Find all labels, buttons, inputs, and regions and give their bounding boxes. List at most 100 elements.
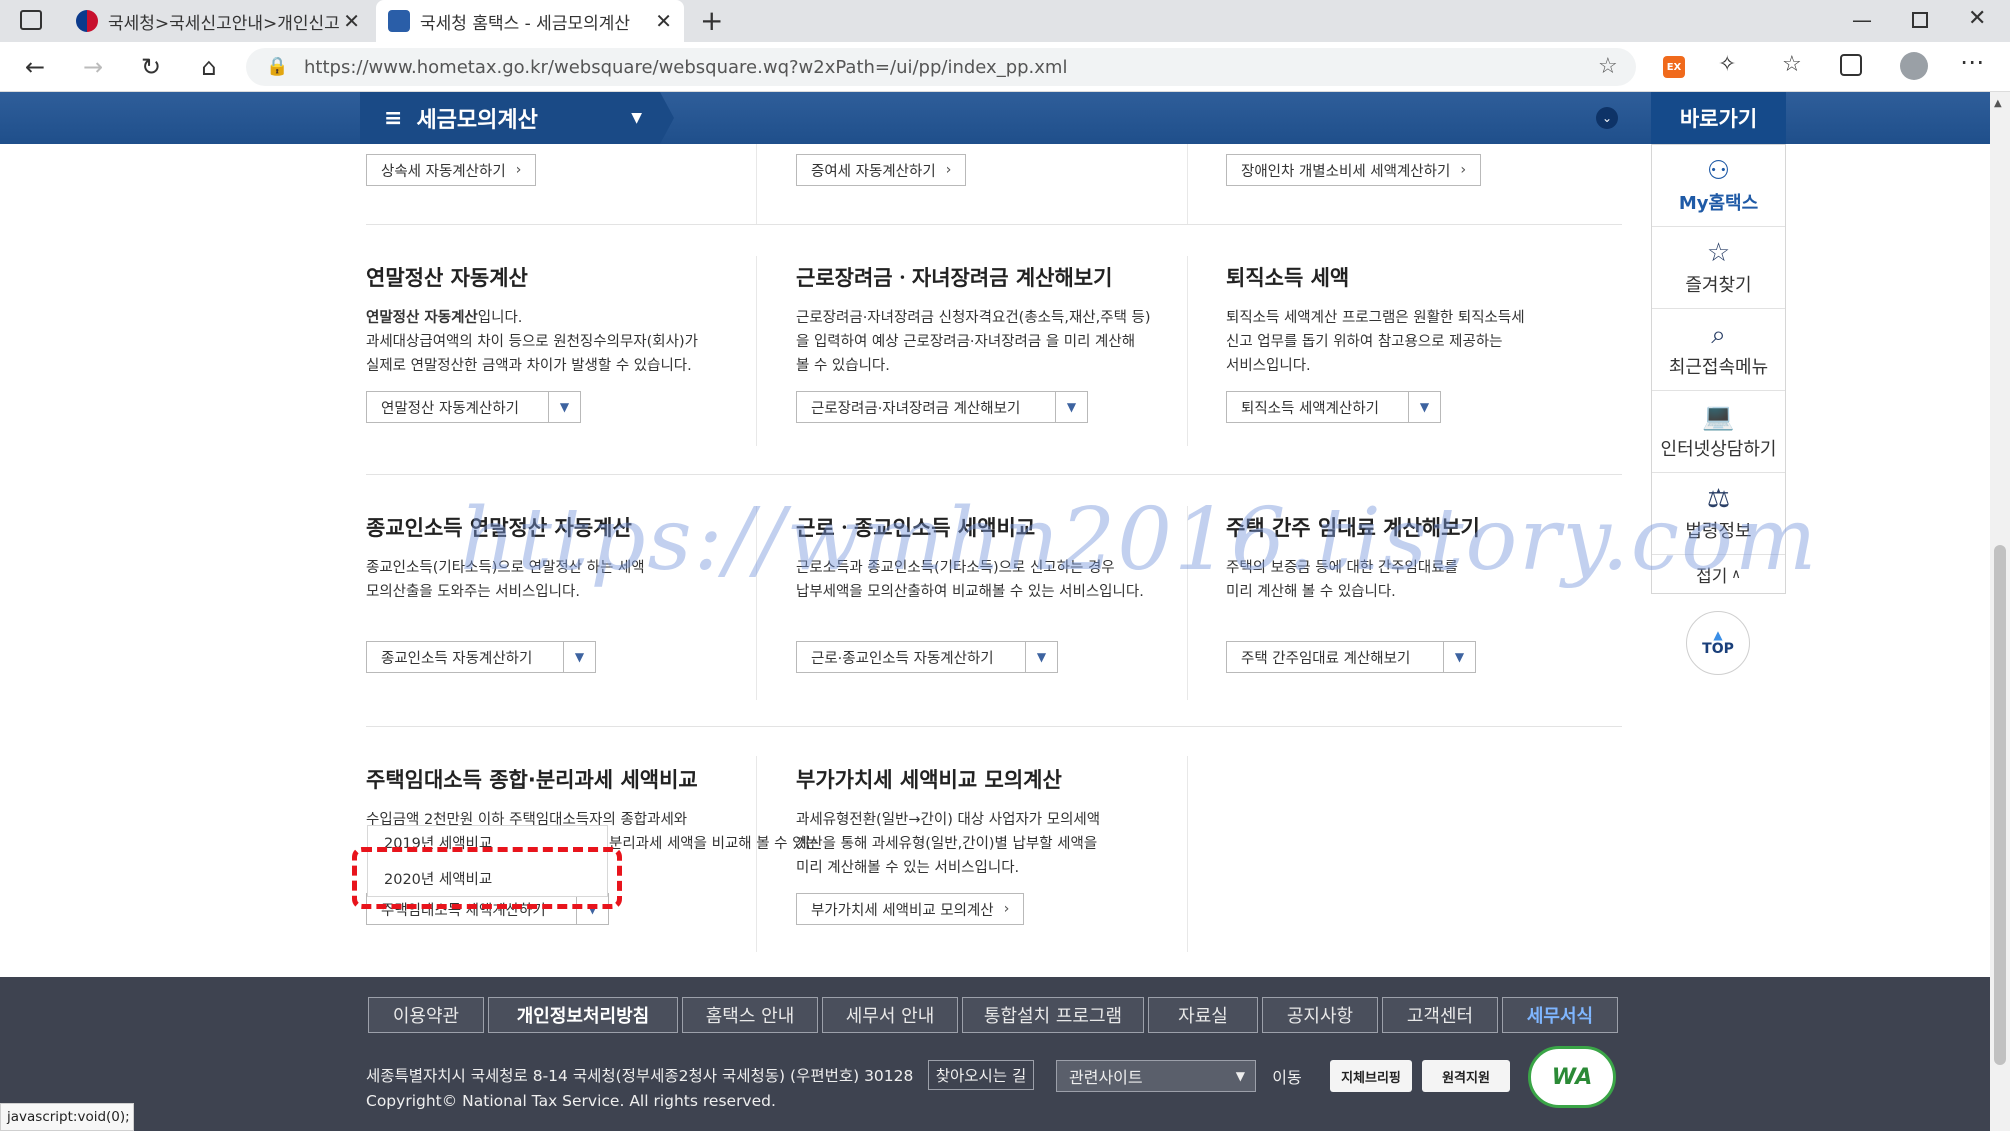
footer-terms-link[interactable]: 이용약관 [368, 997, 484, 1033]
section-desc: 주택의 보증금 등에 대한 간주임대료를 [1226, 560, 1458, 576]
footer-install-link[interactable]: 통합설치 프로그램 [962, 997, 1144, 1033]
caret-down-icon: ▼ [631, 110, 642, 126]
scroll-top-button[interactable]: ▲ TOP [1686, 611, 1750, 675]
browser-tab-2-active[interactable]: 국세청 홈택스 - 세금모의계산 ✕ [376, 0, 684, 42]
footer-tax-forms-link[interactable]: 세무서식 [1502, 997, 1618, 1033]
home-icon[interactable]: ⌂ [192, 50, 226, 84]
footer-hometax-guide-link[interactable]: 홈택스 안내 [682, 997, 818, 1033]
footer-taxoffice-guide-link[interactable]: 세무서 안내 [822, 997, 958, 1033]
chevron-right-icon: › [945, 162, 952, 178]
section-desc: 실제로 연말정산한 금액과 차이가 발생할 수 있습니다. [366, 358, 692, 374]
profile-avatar[interactable] [1900, 52, 1928, 80]
row-divider [366, 474, 1622, 475]
section-title: 퇴직소득 세액 [1226, 266, 1350, 290]
chevron-down-icon[interactable]: ▼ [1408, 392, 1440, 422]
chevron-down-icon[interactable]: ▼ [1443, 642, 1475, 672]
section-title: 종교인소득 연말정산 자동계산 [366, 516, 632, 540]
section-title: 주택 간주 임대료 계산해보기 [1226, 516, 1480, 540]
footer-customer-center-link[interactable]: 고객센터 [1382, 997, 1498, 1033]
chevron-up-icon: ∧ [1731, 566, 1741, 582]
footer-privacy-link[interactable]: 개인정보처리방침 [488, 997, 678, 1033]
quick-item-recent[interactable]: ⌕ 최근접속메뉴 [1652, 309, 1785, 391]
religious-income-calc-button[interactable]: 종교인소득 자동계산하기 ▼ [366, 641, 596, 673]
chevron-down-icon[interactable]: ▼ [563, 642, 595, 672]
inheritance-tax-calc-button[interactable]: 상속세 자동계산하기 › [366, 154, 537, 186]
section-title: 연말정산 자동계산 [366, 266, 528, 290]
hometax-logo-icon [388, 10, 410, 32]
web-accessibility-mark: WA [1528, 1046, 1616, 1108]
back-icon[interactable]: ← [18, 50, 52, 84]
laptop-icon: 💻 [1702, 401, 1735, 432]
maximize-icon[interactable] [1912, 12, 1928, 28]
earned-income-credit-section: 근로장려금ㆍ자녀장려금 계산해보기 근로장려금·자녀장려금 신청자격요건(총소득… [796, 262, 1206, 378]
section-desc: 신고 업무를 돕기 위하여 참고용으로 제공하는 [1226, 334, 1503, 350]
url-field[interactable]: 🔒 https://www.hometax.go.kr/websquare/we… [246, 48, 1636, 86]
section-desc: 미리 계산해 볼 수 있습니다. [1226, 584, 1396, 600]
quick-links-title: 바로가기 [1651, 92, 1786, 144]
section-desc: 서비스입니다. [1226, 358, 1311, 374]
quick-item-consult[interactable]: 💻 인터넷상담하기 [1652, 391, 1785, 473]
person-icon: ⚇ [1706, 155, 1731, 186]
forward-icon[interactable]: → [76, 50, 110, 84]
section-title: 근로ㆍ종교인소득 세액비교 [796, 516, 1036, 540]
retirement-income-calc-button[interactable]: 퇴직소득 세액계산하기 ▼ [1226, 391, 1441, 423]
year-end-settlement-section: 연말정산 자동계산 연말정산 자동계산입니다. 과세대상급여액의 차이 등으로 … [366, 262, 776, 378]
url-text: https://www.hometax.go.kr/websquare/webs… [304, 57, 1068, 78]
vat-compare-button[interactable]: 부가가치세 세액비교 모의계산 › [796, 893, 1025, 925]
menu-title: 세금모의계산 [416, 108, 538, 133]
gift-tax-calc-button[interactable]: 증여세 자동계산하기 › [796, 154, 967, 186]
vat-compare-section: 부가가치세 세액비교 모의계산 과세유형전환(일반→간이) 대상 사업자가 모의… [796, 764, 1206, 880]
row-divider [366, 726, 1622, 727]
related-sites-select[interactable]: 관련사이트 ▼ [1056, 1060, 1256, 1092]
deemed-rent-calc-button[interactable]: 주택 간주임대료 계산해보기 ▼ [1226, 641, 1476, 673]
close-window-icon[interactable]: ✕ [1968, 6, 1986, 31]
browser-tab-bar: 국세청>국세신고안내>개인신고 ✕ 국세청 홈택스 - 세금모의계산 ✕ + —… [0, 0, 2010, 42]
disabled-car-tax-calc-button[interactable]: 장애인차 개별소비세 세액계산하기 › [1226, 154, 1482, 186]
recent-search-icon: ⌕ [1711, 319, 1726, 350]
extension-ex-icon[interactable]: EX [1663, 56, 1685, 78]
browser-tab-1[interactable]: 국세청>국세신고안내>개인신고 ✕ [64, 0, 372, 42]
close-tab-icon[interactable]: ✕ [655, 9, 672, 33]
directions-button[interactable]: 찾아오시는 길 [928, 1060, 1034, 1090]
quick-item-favorites[interactable]: ☆ 즐겨찾기 [1652, 227, 1785, 309]
minimize-icon[interactable]: — [1852, 8, 1872, 32]
extensions-icon[interactable]: ✧ [1718, 52, 1736, 77]
chevron-right-icon: › [1003, 901, 1010, 917]
browser-status-bar: javascript:void(0); [0, 1103, 134, 1131]
chevron-down-icon[interactable]: ▼ [1055, 392, 1087, 422]
labor-religious-calc-button[interactable]: 근로·종교인소득 자동계산하기 ▼ [796, 641, 1058, 673]
section-desc: 계산을 통해 과세유형(일반,간이)별 납부할 세액을 [796, 836, 1098, 852]
quick-links-panel: ⚇ My홈택스 ☆ 즐겨찾기 ⌕ 최근접속메뉴 💻 인터넷상담하기 ⚖ 법령정보… [1651, 144, 1786, 594]
fold-button[interactable]: 접기 ∧ [1652, 555, 1785, 593]
close-tab-icon[interactable]: ✕ [343, 9, 360, 33]
section-title: 부가가치세 세액비교 모의계산 [796, 768, 1062, 792]
menu-arrow-shape [660, 92, 674, 144]
more-menu-icon[interactable]: ⋯ [1960, 48, 1984, 76]
scroll-up-arrow[interactable]: ▲ [1994, 98, 2002, 109]
scroll-thumb[interactable] [1994, 545, 2006, 1065]
section-desc: 미리 계산해볼 수 있는 서비스입니다. [796, 860, 1020, 876]
collections-icon[interactable] [1840, 54, 1862, 76]
section-desc: 모의산출을 도와주는 서비스입니다. [366, 584, 580, 600]
go-button[interactable]: 이동 [1264, 1060, 1310, 1092]
tab-title: 국세청>국세신고안내>개인신고 [108, 13, 340, 34]
tax-simulation-menu[interactable]: ≡ 세금모의계산 ▼ [360, 92, 660, 144]
briefing-badge[interactable]: 지체브리핑 [1330, 1060, 1412, 1092]
favorite-add-icon[interactable]: ☆ [1598, 54, 1618, 79]
quick-item-my-hometax[interactable]: ⚇ My홈택스 [1652, 145, 1785, 227]
tab-actions-icon[interactable] [20, 10, 42, 30]
new-tab-icon[interactable]: + [700, 4, 723, 37]
footer-library-link[interactable]: 자료실 [1148, 997, 1258, 1033]
favorites-icon[interactable]: ☆ [1782, 52, 1802, 77]
star-icon: ☆ [1706, 237, 1731, 268]
year-end-calc-button[interactable]: 연말정산 자동계산하기 ▼ [366, 391, 581, 423]
quick-item-law[interactable]: ⚖ 법령정보 [1652, 473, 1785, 555]
remote-support-badge[interactable]: 원격지원 [1422, 1060, 1510, 1092]
section-desc: 근로장려금·자녀장려금 신청자격요건(총소득,재산,주택 등) [796, 310, 1151, 326]
earned-income-credit-button[interactable]: 근로장려금·자녀장려금 계산해보기 ▼ [796, 391, 1088, 423]
chevron-down-icon[interactable]: ⌄ [1596, 107, 1618, 129]
chevron-down-icon[interactable]: ▼ [1025, 642, 1057, 672]
footer-notice-link[interactable]: 공지사항 [1262, 997, 1378, 1033]
chevron-down-icon[interactable]: ▼ [548, 392, 580, 422]
refresh-icon[interactable]: ↻ [134, 50, 168, 84]
